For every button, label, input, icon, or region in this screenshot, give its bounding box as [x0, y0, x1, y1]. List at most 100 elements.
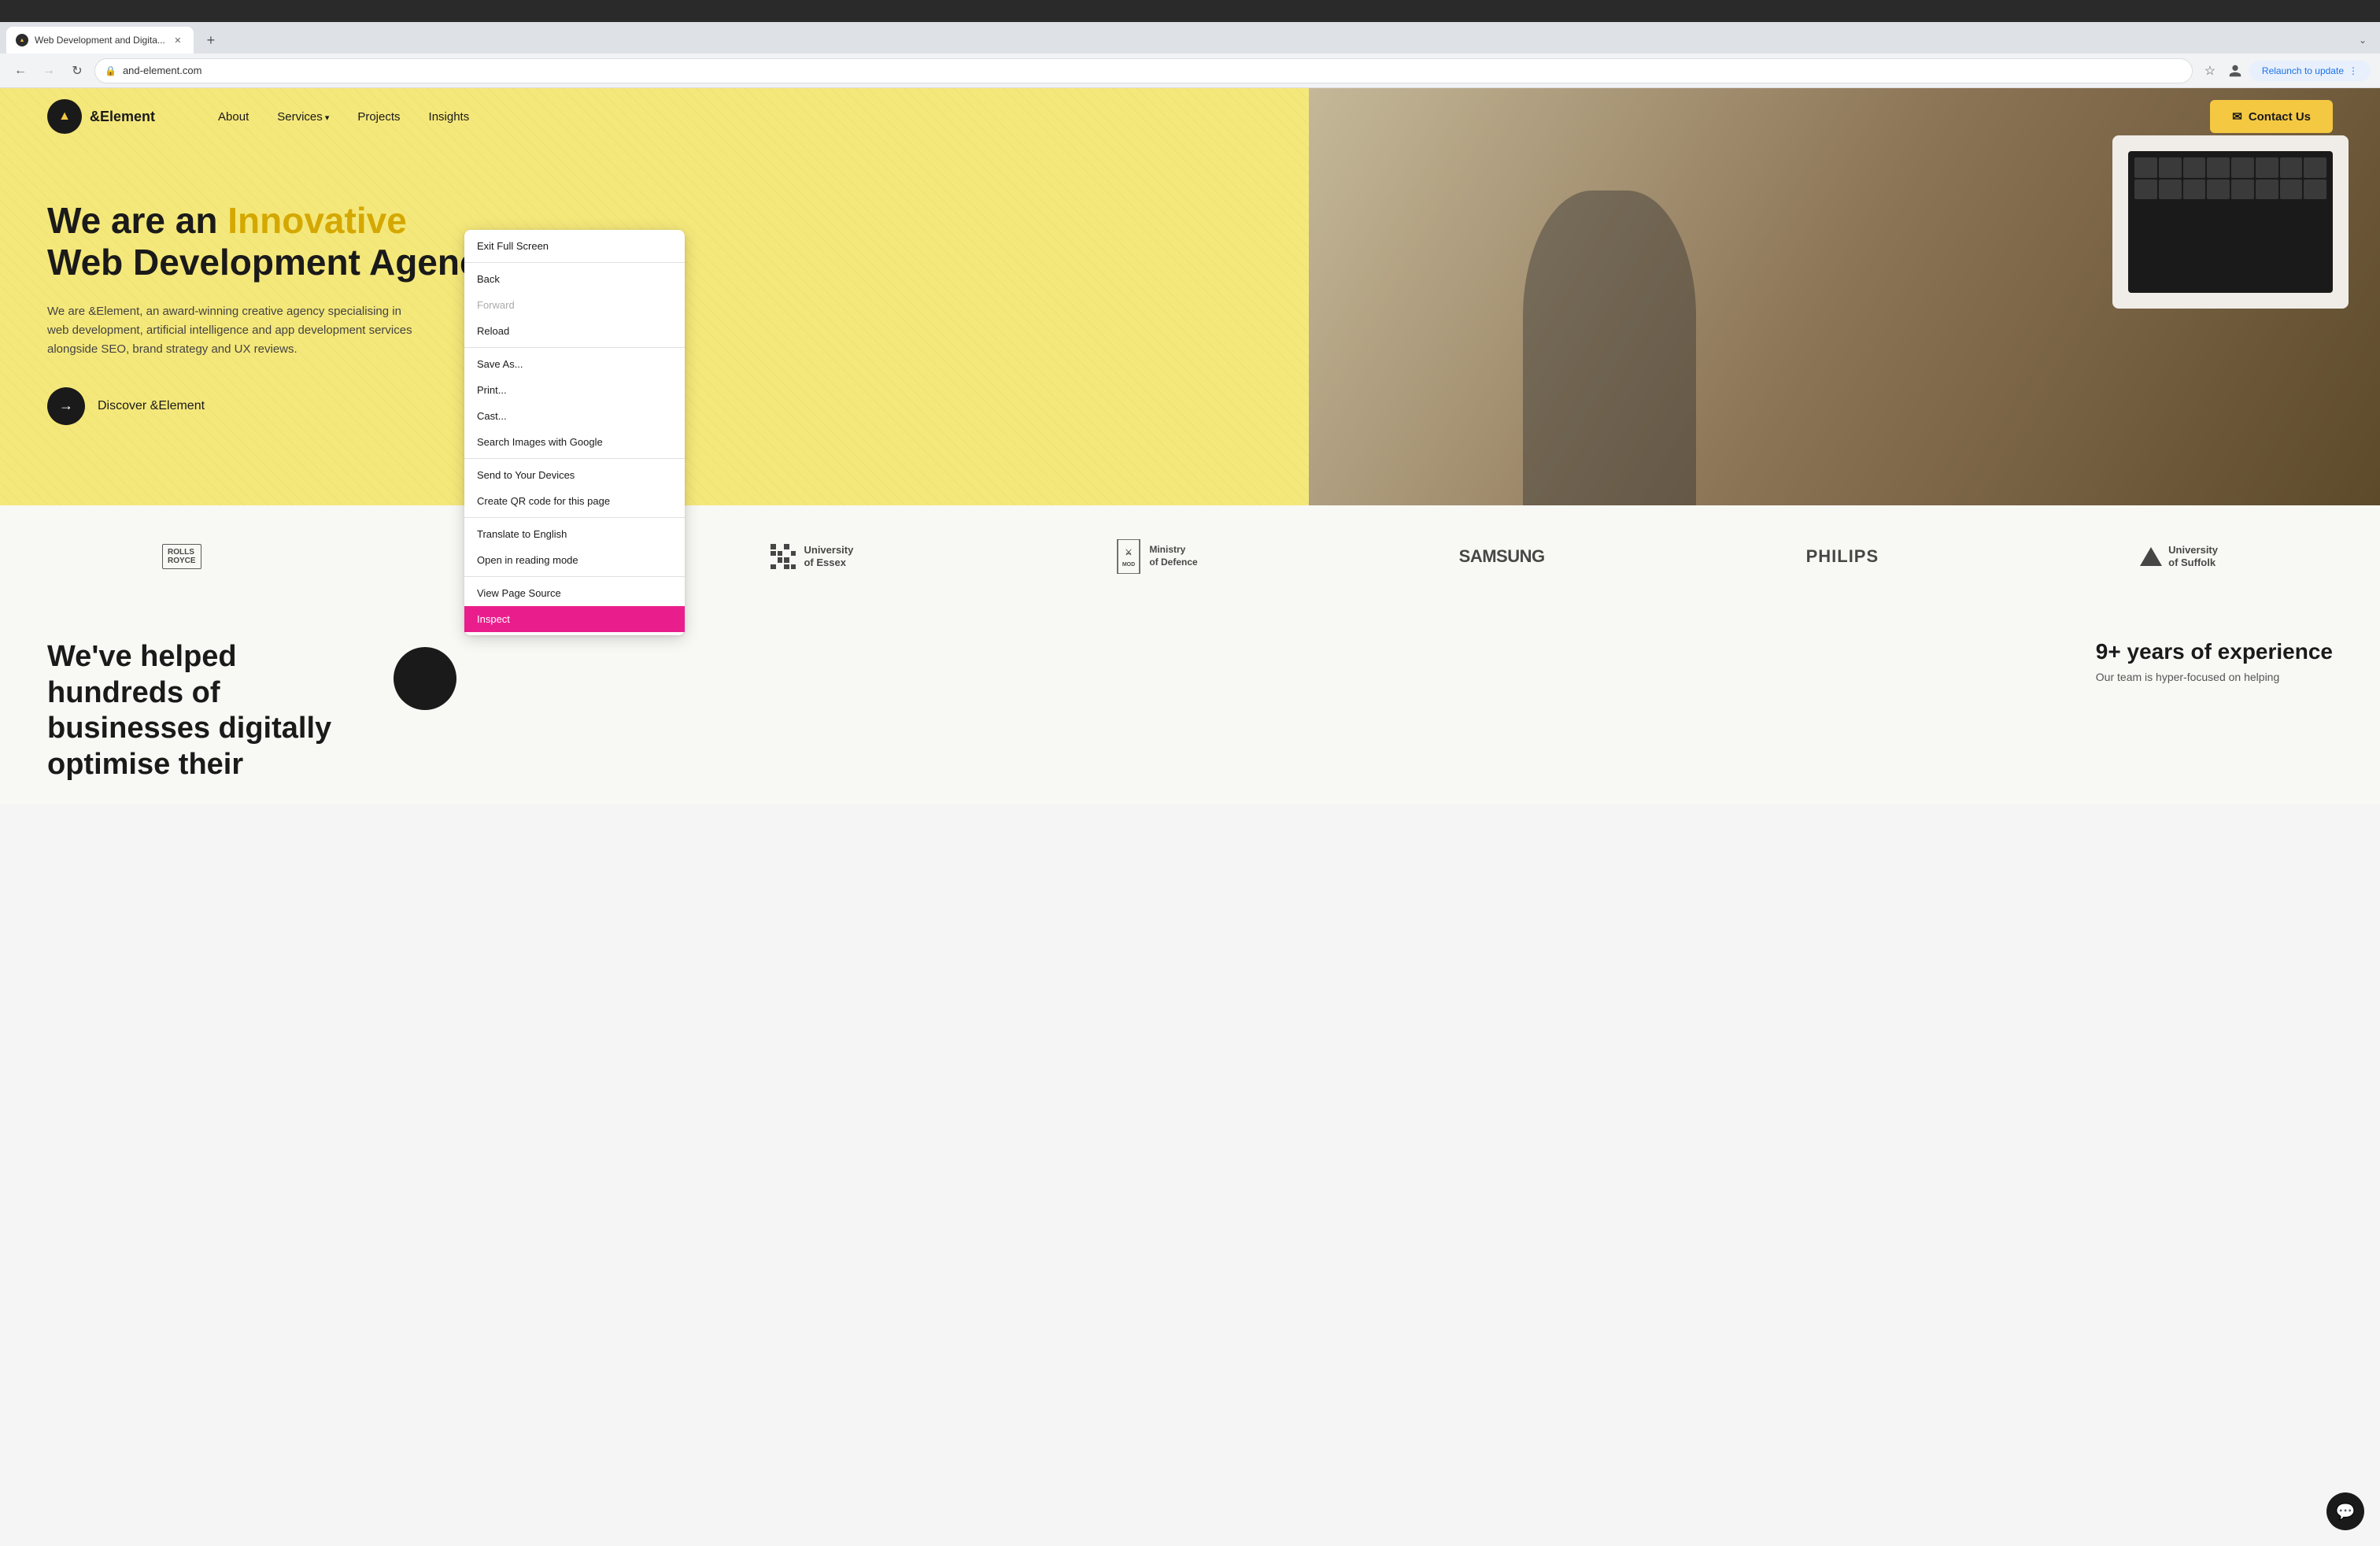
rr-text: ROLLSROYCE [168, 548, 196, 565]
back-button[interactable]: ← [9, 60, 31, 82]
hero-image-overlay [1309, 88, 2380, 505]
page-content: We are an Innovative Web Development Age… [0, 88, 2380, 1546]
person-silhouette [1523, 190, 1696, 505]
monitor-cell [2134, 179, 2157, 200]
client-logo-rollsroyce: ROLLSROYCE [162, 544, 201, 569]
ctx-separator-4 [464, 517, 685, 518]
ctx-reload[interactable]: Reload [464, 318, 685, 344]
monitor-cell [2256, 179, 2278, 200]
browser-toolbar: ← → ↻ 🔒 and-element.com ☆ Relaunch to up… [0, 54, 2380, 88]
contact-icon: ✉ [2232, 109, 2242, 124]
ctx-cast[interactable]: Cast... [464, 403, 685, 429]
relaunch-button[interactable]: Relaunch to update ⋮ [2249, 61, 2371, 81]
tab-title: Web Development and Digita... [35, 35, 165, 46]
hero-image [1309, 88, 2380, 505]
client-logo-mod: ⚔ MOD Ministryof Defence [1114, 539, 1197, 574]
monitor-cell [2280, 179, 2303, 200]
ctx-separator-5 [464, 576, 685, 577]
context-menu: Exit Full Screen Back Forward Reload Sav… [464, 230, 685, 635]
nav-insights[interactable]: Insights [429, 110, 470, 124]
mod-name-text: Ministryof Defence [1149, 544, 1197, 568]
monitor-screen [2128, 151, 2333, 293]
client-logo-samsung: SAMSUNG [1459, 546, 1545, 567]
new-tab-button[interactable]: + [200, 29, 222, 51]
browser-frame: Web Development and Digita... ✕ + ⌄ ← → … [0, 0, 2380, 1546]
ctx-send-to-devices[interactable]: Send to Your Devices [464, 462, 685, 488]
monitor-cell [2231, 179, 2254, 200]
browser-titlebar [0, 0, 2380, 22]
monitor-cell [2280, 157, 2303, 178]
monitor-cell [2304, 157, 2326, 178]
ctx-separator-3 [464, 458, 685, 459]
bottom-section: We've helped hundreds ofbusinesses digit… [0, 608, 2380, 804]
nav-links: About Services Projects Insights [218, 110, 469, 124]
hero-heading-highlight: Innovative [227, 200, 407, 241]
uoe-name-text: Universityof Essex [804, 544, 853, 568]
monitor-cell [2183, 157, 2206, 178]
decoration-circle [394, 647, 456, 710]
relaunch-label: Relaunch to update [2262, 65, 2344, 76]
hero-heading: We are an Innovative Web Development Age… [47, 200, 1500, 283]
bookmark-button[interactable]: ☆ [2199, 60, 2221, 82]
discover-arrow-icon: → [47, 387, 85, 425]
logo-area[interactable]: &Element [47, 99, 155, 134]
monitor-cell [2304, 179, 2326, 200]
address-bar[interactable]: 🔒 and-element.com [94, 58, 2193, 83]
profile-button[interactable] [2224, 60, 2246, 82]
discover-button[interactable]: → Discover &Element [47, 387, 205, 425]
ctx-search-images[interactable]: Search Images with Google [464, 429, 685, 455]
svg-text:⚔: ⚔ [1125, 548, 1133, 557]
svg-text:MOD: MOD [1122, 562, 1135, 568]
client-logo-suffolk: Universityof Suffolk [2140, 544, 2218, 568]
logo-icon [47, 99, 82, 134]
monitor-cell [2183, 179, 2206, 200]
browser-tabbar: Web Development and Digita... ✕ + ⌄ [0, 22, 2380, 54]
monitor-cell [2159, 179, 2182, 200]
url-text: and-element.com [123, 65, 2182, 76]
client-logo-philips: PHILIPS [1806, 546, 1879, 567]
website: We are an Innovative Web Development Age… [0, 88, 2380, 1546]
ctx-exit-fullscreen[interactable]: Exit Full Screen [464, 233, 685, 259]
tab-close-button[interactable]: ✕ [172, 34, 184, 46]
browser-tab[interactable]: Web Development and Digita... ✕ [6, 27, 194, 54]
monitor-cell [2256, 157, 2278, 178]
client-logo-uoe: Universityof Essex [771, 544, 853, 569]
ctx-reading-mode[interactable]: Open in reading mode [464, 547, 685, 573]
mod-crest-svg: ⚔ MOD [1114, 539, 1143, 574]
logo-text: &Element [90, 109, 155, 125]
ctx-inspect[interactable]: Inspect [464, 606, 685, 632]
hero-subtext: We are &Element, an award-winning creati… [47, 302, 425, 359]
monitor-display [2112, 135, 2349, 309]
forward-button[interactable]: → [38, 60, 60, 82]
reload-button[interactable]: ↻ [66, 60, 88, 82]
monitor-cell [2207, 157, 2230, 178]
ctx-back[interactable]: Back [464, 266, 685, 292]
chat-button[interactable]: 💬 [2326, 1492, 2364, 1530]
site-nav: &Element About Services Projects Insight… [0, 88, 2380, 145]
nav-services[interactable]: Services [277, 110, 329, 124]
monitor-cell [2159, 157, 2182, 178]
security-icon: 🔒 [105, 65, 116, 76]
ctx-forward[interactable]: Forward [464, 292, 685, 318]
ctx-print[interactable]: Print... [464, 377, 685, 403]
monitor-cell [2231, 157, 2254, 178]
samsung-text: SAMSUNG [1459, 546, 1545, 567]
uoe-grid-icon [771, 544, 796, 569]
stats-area: 9+ years of experience Our team is hyper… [2096, 639, 2333, 683]
suffolk-triangle-icon [2140, 547, 2162, 566]
ctx-separator-1 [464, 262, 685, 263]
philips-text: PHILIPS [1806, 546, 1879, 567]
contact-button[interactable]: ✉ Contact Us [2210, 100, 2333, 133]
nav-about[interactable]: About [218, 110, 249, 124]
nav-projects[interactable]: Projects [357, 110, 400, 124]
clients-section: ROLLSROYCE PM [0, 505, 2380, 608]
ctx-separator-2 [464, 347, 685, 348]
stat-value: 9+ years of experience [2096, 639, 2333, 664]
ctx-translate[interactable]: Translate to English [464, 521, 685, 547]
monitor-cell [2207, 179, 2230, 200]
ctx-save-as[interactable]: Save As... [464, 351, 685, 377]
tab-expand-button[interactable]: ⌄ [2352, 29, 2374, 51]
ctx-create-qr[interactable]: Create QR code for this page [464, 488, 685, 514]
suffolk-name-text: Universityof Suffolk [2168, 544, 2218, 568]
ctx-view-source[interactable]: View Page Source [464, 580, 685, 606]
